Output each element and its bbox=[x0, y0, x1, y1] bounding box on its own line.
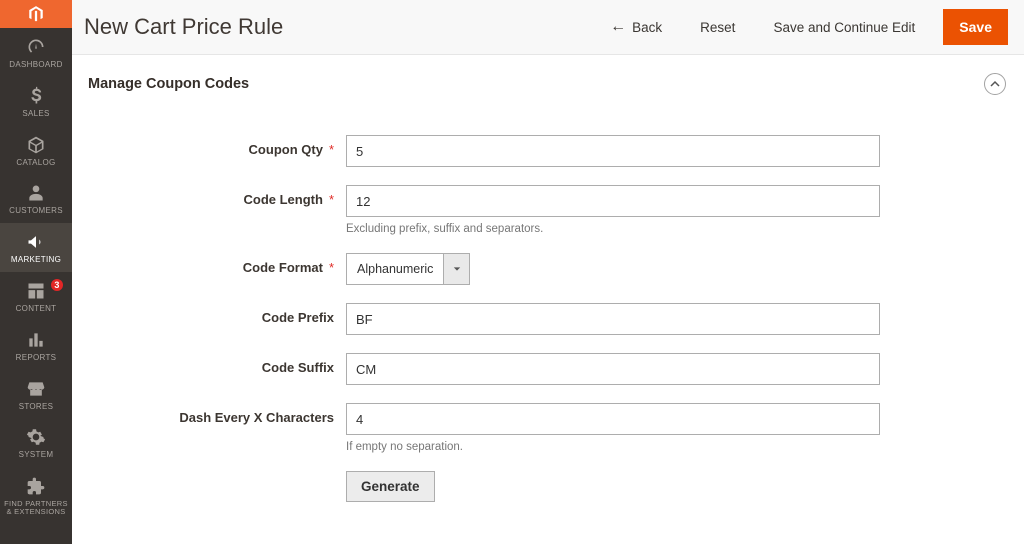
coupon-qty-label: Coupon Qty* bbox=[88, 135, 346, 157]
required-star: * bbox=[329, 260, 334, 275]
sidebar-item-content[interactable]: CONTENT 3 bbox=[0, 272, 72, 321]
sidebar-item-customers[interactable]: CUSTOMERS bbox=[0, 174, 72, 223]
puzzle-icon bbox=[26, 476, 46, 496]
code-prefix-label: Code Prefix bbox=[88, 303, 346, 325]
section-header: Manage Coupon Codes bbox=[88, 65, 1006, 105]
notification-badge: 3 bbox=[50, 278, 64, 292]
page-title: New Cart Price Rule bbox=[84, 14, 582, 40]
code-prefix-input[interactable] bbox=[346, 303, 880, 335]
gear-icon bbox=[26, 427, 46, 447]
content-area: Manage Coupon Codes Coupon Qty* Code Len… bbox=[72, 55, 1024, 544]
dash-every-input[interactable] bbox=[346, 403, 880, 435]
save-continue-label: Save and Continue Edit bbox=[773, 20, 915, 35]
section-title: Manage Coupon Codes bbox=[88, 76, 249, 92]
sidebar-item-label: FIND PARTNERS & EXTENSIONS bbox=[2, 500, 70, 517]
collapse-toggle[interactable] bbox=[984, 73, 1006, 95]
save-button[interactable]: Save bbox=[943, 9, 1008, 45]
sidebar-item-system[interactable]: SYSTEM bbox=[0, 418, 72, 467]
chevron-down-icon bbox=[443, 254, 469, 284]
code-format-select[interactable]: Alphanumeric bbox=[346, 253, 470, 285]
sidebar-item-label: MARKETING bbox=[11, 256, 61, 265]
reset-label: Reset bbox=[700, 20, 735, 35]
sidebar-item-label: DASHBOARD bbox=[9, 61, 62, 70]
sidebar-item-label: SALES bbox=[22, 110, 49, 119]
gauge-icon bbox=[26, 37, 46, 57]
bar-chart-icon bbox=[26, 330, 46, 350]
chevron-up-icon bbox=[990, 79, 1000, 89]
person-icon bbox=[26, 183, 46, 203]
code-suffix-label: Code Suffix bbox=[88, 353, 346, 375]
sidebar-item-label: REPORTS bbox=[16, 354, 57, 363]
code-suffix-input[interactable] bbox=[346, 353, 880, 385]
store-icon bbox=[26, 379, 46, 399]
code-length-label: Code Length* bbox=[88, 185, 346, 207]
reset-button[interactable]: Reset bbox=[690, 14, 745, 41]
sidebar-item-label: CATALOG bbox=[16, 159, 55, 168]
back-button[interactable]: ← Back bbox=[600, 13, 672, 41]
generate-button[interactable]: Generate bbox=[346, 471, 435, 502]
sidebar-item-dashboard[interactable]: DASHBOARD bbox=[0, 28, 72, 77]
required-star: * bbox=[329, 192, 334, 207]
magento-logo[interactable] bbox=[0, 0, 72, 28]
code-format-value: Alphanumeric bbox=[347, 254, 443, 284]
coupon-qty-input[interactable] bbox=[346, 135, 880, 167]
admin-sidebar: DASHBOARD SALES CATALOG CUSTOMERS MARKET… bbox=[0, 0, 72, 544]
sidebar-item-marketing[interactable]: MARKETING bbox=[0, 223, 72, 272]
sidebar-item-stores[interactable]: STORES bbox=[0, 370, 72, 419]
sidebar-item-label: CUSTOMERS bbox=[9, 207, 63, 216]
code-length-input[interactable] bbox=[346, 185, 880, 217]
layout-icon bbox=[26, 281, 46, 301]
code-format-label: Code Format* bbox=[88, 253, 346, 275]
sidebar-item-label: STORES bbox=[19, 403, 54, 412]
coupon-form: Coupon Qty* Code Length* Excluding prefi… bbox=[88, 105, 1006, 502]
main-panel: New Cart Price Rule ← Back Reset Save an… bbox=[72, 0, 1024, 544]
sidebar-item-label: SYSTEM bbox=[19, 451, 54, 460]
sidebar-item-catalog[interactable]: CATALOG bbox=[0, 126, 72, 175]
sidebar-item-reports[interactable]: REPORTS bbox=[0, 321, 72, 370]
back-label: Back bbox=[632, 20, 662, 35]
arrow-left-icon: ← bbox=[610, 19, 626, 35]
sidebar-item-sales[interactable]: SALES bbox=[0, 77, 72, 126]
dollar-icon bbox=[26, 86, 46, 106]
dash-every-help: If empty no separation. bbox=[346, 441, 880, 453]
required-star: * bbox=[329, 142, 334, 157]
megaphone-icon bbox=[26, 232, 46, 252]
page-header: New Cart Price Rule ← Back Reset Save an… bbox=[72, 0, 1024, 55]
save-continue-button[interactable]: Save and Continue Edit bbox=[763, 14, 925, 41]
sidebar-item-partners[interactable]: FIND PARTNERS & EXTENSIONS bbox=[0, 467, 72, 524]
code-length-help: Excluding prefix, suffix and separators. bbox=[346, 223, 880, 235]
cube-icon bbox=[26, 135, 46, 155]
sidebar-item-label: CONTENT bbox=[16, 305, 57, 314]
dash-every-label: Dash Every X Characters bbox=[88, 403, 346, 425]
